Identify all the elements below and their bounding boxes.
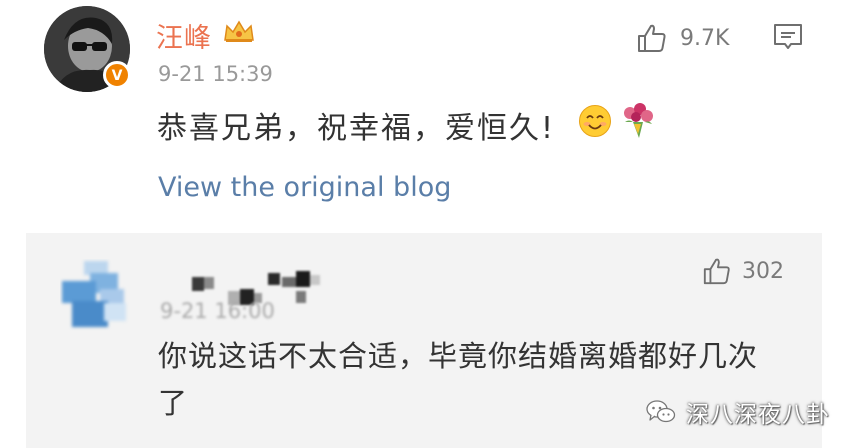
comment-card: V 汪峰 9-21 15:39 9.7K 恭喜兄弟，祝幸福，爱恒久! View … (0, 0, 848, 231)
thumbs-up-icon (703, 258, 730, 285)
watermark: 深八深夜八卦 (646, 395, 830, 429)
watermark-text: 深八深夜八卦 (686, 402, 830, 428)
reply-like-button[interactable]: 302 (702, 255, 784, 287)
smile-emoji (579, 105, 611, 137)
like-button[interactable]: 9.7K (636, 20, 729, 56)
crown-icon (224, 20, 254, 42)
thumbs-up-icon (638, 24, 666, 52)
svg-text:V: V (112, 68, 123, 84)
wechat-icon (646, 400, 676, 423)
reply-timestamp: 9-21 16:00 (160, 299, 275, 323)
reply-like-count: 302 (742, 258, 784, 284)
comment-timestamp: 9-21 15:39 (158, 62, 273, 86)
bouquet-emoji (624, 103, 653, 138)
comment-icon[interactable] (772, 22, 804, 52)
username[interactable]: 汪峰 (156, 16, 212, 55)
like-count: 9.7K (680, 25, 730, 51)
verified-icon: V (103, 61, 131, 89)
view-original-blog-link[interactable]: View the original blog (158, 172, 451, 203)
comment-text: 恭喜兄弟，祝幸福，爱恒久! (157, 111, 556, 146)
reply-avatar[interactable] (60, 259, 132, 331)
